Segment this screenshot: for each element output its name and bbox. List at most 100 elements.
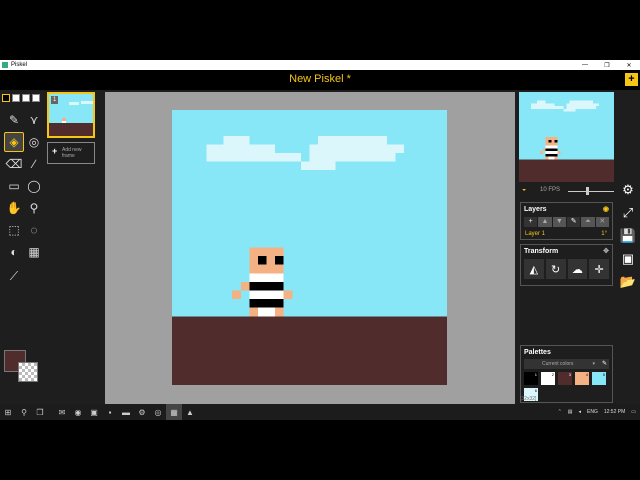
obs-icon[interactable]: ◎: [150, 404, 166, 420]
flip-icon[interactable]: ◭: [524, 259, 544, 279]
terminal-icon[interactable]: ▪: [102, 404, 118, 420]
new-sprite-button[interactable]: +: [625, 73, 638, 86]
clock[interactable]: 12:52 PM: [604, 409, 625, 415]
delete-layer-button[interactable]: ✕: [595, 217, 609, 227]
character-arm: [232, 290, 241, 300]
edit-layer-button[interactable]: ✎: [566, 217, 581, 227]
pixel-canvas[interactable]: [172, 110, 447, 385]
cloud: [206, 152, 301, 162]
cloud: [536, 100, 546, 104]
search-icon[interactable]: ⚲: [16, 404, 32, 420]
windows-start-icon[interactable]: ⊞: [0, 404, 16, 420]
circle-tool-icon[interactable]: ◯: [24, 176, 44, 196]
task-view-icon[interactable]: ❒: [32, 404, 48, 420]
layer-count: 1°: [601, 231, 607, 237]
center-icon[interactable]: ✛: [589, 259, 609, 279]
rectangle-tool-icon[interactable]: ▭: [4, 176, 24, 196]
move-tool-icon[interactable]: ✋: [4, 198, 24, 218]
cloud: [566, 106, 597, 109]
onion-skin-icon[interactable]: ◒: [522, 186, 526, 193]
minimize-button[interactable]: —: [574, 62, 596, 68]
window-title: Piskel: [11, 62, 28, 68]
document-title[interactable]: New Piskel *: [0, 73, 640, 85]
character-eye: [548, 139, 552, 143]
office-icon[interactable]: ▣: [86, 404, 102, 420]
pen-size-1[interactable]: [2, 94, 10, 102]
save-icon[interactable]: 💾: [618, 226, 638, 246]
frame-thumbnail[interactable]: 1: [47, 92, 95, 138]
paint-bucket-tool-icon[interactable]: ◈: [4, 132, 24, 152]
clone-sheep-icon[interactable]: ☁: [567, 259, 588, 279]
vlc-icon[interactable]: ▲: [182, 404, 198, 420]
shirt-stripe: [249, 273, 284, 282]
shape-selection-tool-icon[interactable]: ⚲: [24, 198, 44, 218]
rectangle-selection-tool-icon[interactable]: ⬚: [4, 220, 24, 240]
lasso-selection-tool-icon[interactable]: ◌: [24, 220, 44, 240]
desktop-screen: Piskel — ❐ ✕ New Piskel * + ✎ ⋎ ◈ ◎ ⌫ ∕ ▭ ◯ ✋ ⚲ ⬚ ◌…: [0, 60, 640, 420]
move-layer-down-button[interactable]: ▼: [552, 217, 566, 227]
paint-same-color-tool-icon[interactable]: ◎: [24, 132, 44, 152]
pen-size-2[interactable]: [12, 94, 20, 102]
vertical-mirror-pen-tool-icon[interactable]: ⋎: [24, 110, 44, 130]
settings-icon[interactable]: ⚙: [134, 404, 150, 420]
rotate-icon[interactable]: ↻: [545, 259, 566, 279]
add-layer-button[interactable]: +: [524, 217, 538, 227]
language-indicator[interactable]: ENG: [587, 409, 598, 415]
maximize-button[interactable]: ❐: [596, 62, 618, 69]
palette-select[interactable]: Current colors ▾ ✎: [524, 359, 609, 369]
close-button[interactable]: ✕: [618, 62, 640, 69]
mail-icon[interactable]: ✉: [54, 404, 70, 420]
layer-item[interactable]: Layer 1 1°: [524, 229, 609, 239]
app-header: New Piskel * +: [0, 70, 640, 90]
piskel-icon[interactable]: ▦: [166, 404, 182, 420]
palette-swatch[interactable]: 3: [558, 372, 572, 385]
pen-tool-icon[interactable]: ✎: [4, 110, 24, 130]
tray-chevron-icon[interactable]: ⌃: [558, 409, 562, 415]
volume-icon[interactable]: ◂: [579, 409, 582, 415]
settings-gear-icon[interactable]: ⚙: [618, 180, 638, 200]
palette-swatch[interactable]: 4: [575, 372, 589, 385]
merge-layer-button[interactable]: ⏶: [581, 217, 595, 227]
eraser-tool-icon[interactable]: ⌫: [4, 154, 24, 174]
resize-icon[interactable]: ⤢: [618, 203, 638, 223]
right-panel: ◒ 10 FPS Layers ◉ + ▲ ▼ ✎ ⏶ ✕ Layer 1 1° …: [518, 90, 618, 404]
lighten-tool-icon[interactable]: ◐: [4, 242, 24, 262]
color-selector: [4, 350, 44, 390]
open-folder-icon[interactable]: 📂: [618, 272, 638, 292]
palette-swatch[interactable]: 1: [524, 372, 538, 385]
explorer-icon[interactable]: ▬: [118, 404, 134, 420]
shirt-stripe: [249, 281, 284, 291]
plus-icon: +: [52, 146, 58, 156]
stroke-tool-icon[interactable]: ∕: [24, 154, 44, 174]
side-settings-bar: ⚙ ⤢ 💾 ▣ 📂: [618, 180, 640, 295]
fps-slider-knob[interactable]: [586, 187, 589, 195]
secondary-color-swatch[interactable]: [18, 362, 38, 382]
pen-size-4[interactable]: [32, 94, 40, 102]
eye-icon[interactable]: ◉: [603, 205, 609, 213]
pen-size-3[interactable]: [22, 94, 30, 102]
fps-slider[interactable]: [568, 191, 614, 192]
move-layer-up-button[interactable]: ▲: [538, 217, 552, 227]
cloud: [300, 161, 336, 171]
chevron-down-icon: ▾: [592, 361, 595, 367]
dithering-tool-icon[interactable]: ▦: [24, 242, 44, 262]
drawing-area[interactable]: [105, 92, 515, 404]
ground: [172, 316, 447, 385]
add-frame-button[interactable]: + Add new frame: [47, 142, 95, 164]
cloud: [563, 108, 576, 112]
character-eye: [554, 139, 558, 143]
color-picker-tool-icon[interactable]: ⟋: [4, 266, 24, 286]
export-image-icon[interactable]: ▣: [618, 249, 638, 269]
edit-palette-icon[interactable]: ✎: [602, 360, 607, 367]
character-arm: [283, 290, 293, 300]
move-icon[interactable]: ✥: [603, 247, 609, 255]
notifications-icon[interactable]: ▭: [631, 409, 636, 415]
window-titlebar: Piskel — ❐ ✕: [0, 60, 640, 70]
chrome-icon[interactable]: ◉: [70, 404, 86, 420]
shirt-stripe: [545, 153, 558, 157]
palette-swatch[interactable]: 2: [541, 372, 555, 385]
network-icon[interactable]: ▤: [568, 409, 573, 415]
cloud: [566, 103, 600, 107]
ground: [519, 159, 614, 182]
palette-swatch[interactable]: 5: [592, 372, 606, 385]
